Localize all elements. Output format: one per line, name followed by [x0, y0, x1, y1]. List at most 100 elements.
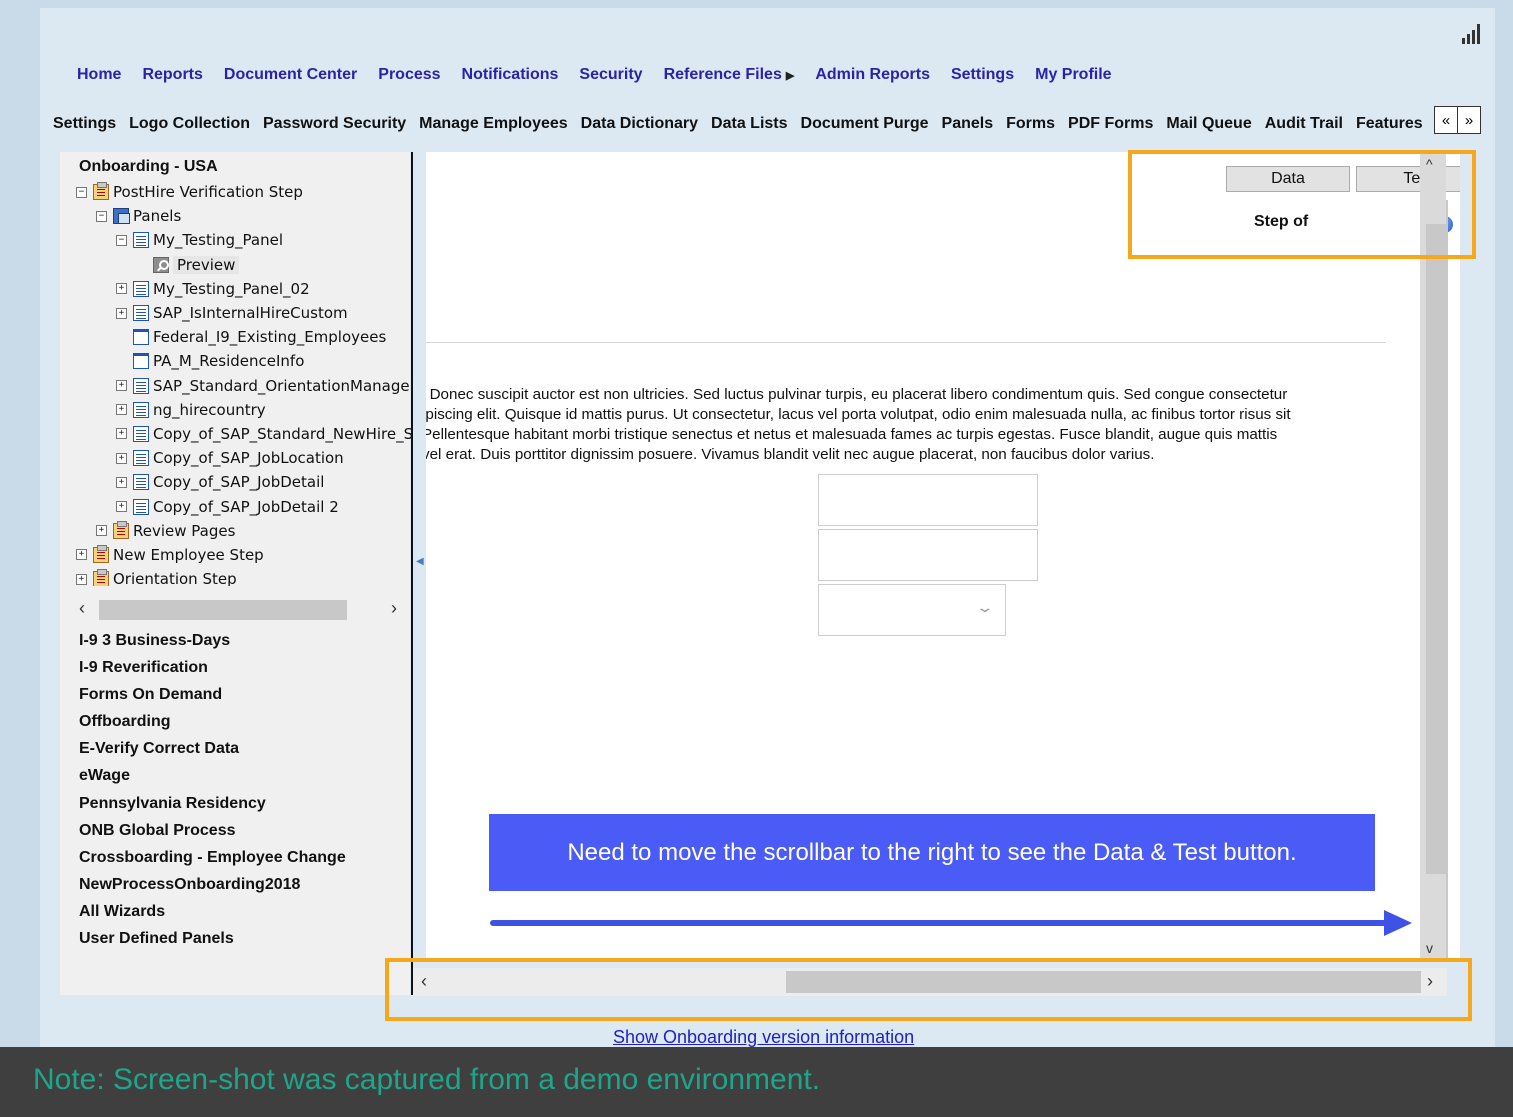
- tree-node[interactable]: + Review Pages: [60, 519, 412, 543]
- tree-node[interactable]: + ng_hirecountry: [60, 398, 412, 422]
- expand-toggle-icon[interactable]: +: [116, 307, 127, 319]
- tree-node[interactable]: + SAP_Standard_OrientationManagerS: [60, 374, 412, 398]
- process-group-item[interactable]: User Defined Panels: [79, 928, 346, 955]
- subnav-pdf-forms[interactable]: PDF Forms: [1068, 115, 1153, 133]
- subnav-logo-collection[interactable]: Logo Collection: [129, 115, 250, 133]
- bar-chart-icon[interactable]: [1461, 22, 1483, 44]
- subnav-manage-employees[interactable]: Manage Employees: [419, 115, 568, 133]
- tree-node-label: Panels: [133, 207, 182, 226]
- collapse-panel-arrow-icon[interactable]: ◀: [416, 556, 424, 567]
- subnav-forms[interactable]: Forms: [1006, 115, 1055, 133]
- tree-node-label: SAP_Standard_OrientationManagerS: [153, 376, 412, 395]
- process-group-item[interactable]: E-Verify Correct Data: [79, 738, 346, 765]
- tree-node[interactable]: − Panels: [60, 204, 412, 228]
- tree-scroll-thumb[interactable]: [99, 600, 347, 620]
- process-group-item[interactable]: Forms On Demand: [79, 684, 346, 711]
- dropdown-field[interactable]: ⌄: [818, 584, 1006, 636]
- nav-reports[interactable]: Reports: [142, 66, 202, 84]
- onboarding-version-link[interactable]: Show Onboarding version information: [613, 1027, 914, 1048]
- tree-node-label: Copy_of_SAP_Standard_NewHire_S: [153, 424, 412, 443]
- sub-nav-scroll-right-button[interactable]: »: [1457, 106, 1481, 134]
- tree-node[interactable]: + Copy_of_SAP_JobLocation: [60, 446, 412, 470]
- tree-horizontal-scrollbar[interactable]: ‹ ›: [73, 598, 409, 622]
- tree-root-onboarding-usa[interactable]: Onboarding - USA: [79, 158, 218, 176]
- tree-node[interactable]: + SAP_IsInternalHireCustom: [60, 301, 412, 325]
- tree-node[interactable]: PA_M_ResidenceInfo: [60, 349, 412, 373]
- nav-admin-reports[interactable]: Admin Reports: [815, 66, 930, 84]
- nav-home[interactable]: Home: [77, 66, 121, 84]
- tree-node[interactable]: Federal_I9_Existing_Employees: [60, 325, 412, 349]
- sub-nav-scroll-left-button[interactable]: «: [1434, 106, 1458, 134]
- process-group-item[interactable]: I-9 3 Business-Days: [79, 630, 346, 657]
- process-group-item[interactable]: Crossboarding - Employee Change: [79, 847, 346, 874]
- process-group-item[interactable]: ONB Global Process: [79, 820, 346, 847]
- nav-process[interactable]: Process: [378, 66, 440, 84]
- expand-toggle-icon[interactable]: +: [116, 476, 127, 488]
- expand-toggle-icon[interactable]: +: [96, 525, 107, 537]
- tree-node[interactable]: + My_Testing_Panel_02: [60, 277, 412, 301]
- collapse-toggle-icon[interactable]: −: [116, 234, 127, 246]
- tree-node-label: ng_hirecountry: [153, 400, 266, 419]
- nav-label: Document Center: [223, 66, 358, 83]
- subnav-data-dictionary[interactable]: Data Dictionary: [581, 115, 698, 133]
- subnav-password-security[interactable]: Password Security: [263, 115, 406, 133]
- tree-node[interactable]: − PostHire Verification Step: [60, 180, 412, 204]
- outer-vertical-scrollbar[interactable]: ^ v: [1420, 150, 1446, 960]
- process-group-item[interactable]: I-9 Reverification: [79, 657, 346, 684]
- collapse-toggle-icon[interactable]: −: [96, 210, 107, 222]
- tree-node[interactable]: + Orientation Step: [60, 567, 412, 586]
- expand-toggle-icon[interactable]: +: [116, 380, 127, 392]
- panel-icon: [133, 401, 149, 418]
- vertical-scroll-thumb[interactable]: [1426, 224, 1446, 874]
- sub-nav-scroll-buttons: « »: [1434, 106, 1481, 134]
- process-group-item[interactable]: eWage: [79, 765, 346, 792]
- subnav-features[interactable]: Features: [1356, 115, 1423, 133]
- process-group-item[interactable]: Pennsylvania Residency: [79, 793, 346, 820]
- process-group-item[interactable]: All Wizards: [79, 901, 346, 928]
- process-group-item[interactable]: Offboarding: [79, 711, 346, 738]
- tree-node-label: Copy_of_SAP_JobDetail 2: [153, 497, 339, 516]
- text-field-2[interactable]: [818, 529, 1038, 581]
- panel-icon: [133, 305, 149, 322]
- nav-document-center[interactable]: Document Center: [224, 66, 357, 84]
- process-tree: − PostHire Verification Step − Panels − My_Te…: [60, 180, 412, 586]
- expand-toggle-icon[interactable]: +: [116, 452, 127, 464]
- tree-node[interactable]: + Copy_of_SAP_Standard_NewHire_S: [60, 422, 412, 446]
- expand-toggle-icon[interactable]: +: [116, 501, 127, 513]
- chevron-down-icon: ⌄: [975, 599, 995, 615]
- nav-security[interactable]: Security: [579, 66, 642, 84]
- expand-toggle-icon[interactable]: +: [116, 404, 127, 416]
- subnav-panels[interactable]: Panels: [942, 115, 994, 133]
- panel-icon: [133, 450, 149, 467]
- tree-node[interactable]: + Copy_of_SAP_JobDetail 2: [60, 494, 412, 518]
- tree-node[interactable]: + New Employee Step: [60, 543, 412, 567]
- subnav-document-purge[interactable]: Document Purge: [801, 115, 929, 133]
- expand-toggle-icon[interactable]: +: [116, 283, 127, 295]
- nav-notifications[interactable]: Notifications: [462, 66, 559, 84]
- expand-toggle-icon[interactable]: +: [76, 549, 87, 561]
- nav-my-profile[interactable]: My Profile: [1035, 66, 1111, 84]
- chevron-right-icon[interactable]: ›: [391, 598, 397, 619]
- right-arrow-line: [490, 920, 1390, 926]
- collapse-toggle-icon[interactable]: −: [76, 186, 87, 198]
- nav-reference-files[interactable]: Reference Files ▶: [664, 66, 795, 84]
- tree-node[interactable]: − My_Testing_Panel: [60, 228, 412, 252]
- process-group-item[interactable]: NewProcessOnboarding2018: [79, 874, 346, 901]
- subnav-data-lists[interactable]: Data Lists: [711, 115, 787, 133]
- panel-preview-area: Data Test Step of ? i Donec suscipit auc…: [426, 152, 1460, 962]
- scrollbar-hint-callout: Need to move the scrollbar to the right …: [489, 814, 1375, 891]
- highlight-horizontal-scrollbar: [385, 958, 1472, 1021]
- subnav-mail-queue[interactable]: Mail Queue: [1166, 115, 1251, 133]
- chevron-down-icon[interactable]: v: [1426, 940, 1433, 956]
- text-field-1[interactable]: [818, 474, 1038, 526]
- nav-settings[interactable]: Settings: [951, 66, 1014, 84]
- panel-splitter[interactable]: [411, 152, 413, 995]
- chevron-left-icon[interactable]: ‹: [79, 598, 85, 619]
- expand-toggle-icon[interactable]: +: [76, 573, 87, 585]
- subnav-settings[interactable]: Settings: [53, 115, 116, 133]
- tree-node[interactable]: Preview: [60, 253, 412, 277]
- subnav-audit-trail[interactable]: Audit Trail: [1265, 115, 1343, 133]
- tree-node[interactable]: + Copy_of_SAP_JobDetail: [60, 470, 412, 494]
- sub-navigation: Settings Logo Collection Password Security…: [53, 115, 1436, 133]
- expand-toggle-icon[interactable]: +: [116, 428, 127, 440]
